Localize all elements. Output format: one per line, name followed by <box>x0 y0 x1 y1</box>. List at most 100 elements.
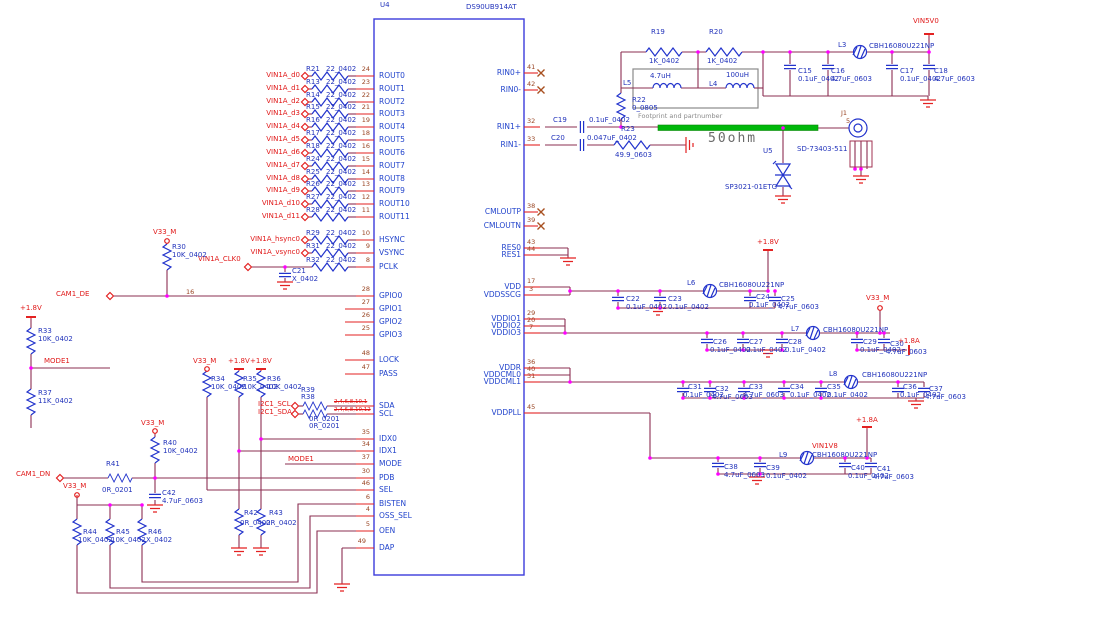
pin-name: RIN1+ <box>496 122 521 131</box>
pin-number: 33 <box>527 135 536 143</box>
pin-name: VDDPLL <box>491 408 521 417</box>
net-1v8a: +1.8A <box>856 416 878 424</box>
net-cam1-de: CAM1_DE <box>56 290 90 298</box>
pin-name: VDDSSCG <box>483 290 521 299</box>
net-1v8: +1.8V <box>228 357 250 365</box>
cap-value: 0.1uF_0402 <box>746 346 787 354</box>
net-vin1v8: VIN1V8 <box>812 442 838 450</box>
pin-number: 47 <box>361 363 370 371</box>
pin-number: 46 <box>361 479 370 487</box>
cap-value: 4.7uF_0603 <box>831 75 872 83</box>
net-v33m: V33_M <box>193 357 217 365</box>
ind-refdes: L4 <box>709 80 718 88</box>
pin-number: 5 <box>365 520 370 528</box>
pin-number: 35 <box>361 428 370 436</box>
cap-value: 4.7uF_0603 <box>162 497 203 505</box>
pin-name: IDX0 <box>379 434 397 443</box>
net-v33m: V33_M <box>63 482 87 490</box>
pin-number: 41 <box>527 63 536 71</box>
pin-number: 3 <box>529 285 534 293</box>
cap-value: 0.047uF_0402 <box>587 134 637 142</box>
res-refdes: R21 <box>306 65 320 73</box>
res-refdes: R19 <box>651 28 665 36</box>
impedance-note: 50ohm <box>708 131 758 146</box>
cap-value: X_0402 <box>292 275 319 283</box>
res-value: 10K_0402 <box>172 251 207 259</box>
no-connect-marks <box>536 68 546 231</box>
pin-number: 14 <box>361 168 370 176</box>
pin-number: 7 <box>529 323 534 331</box>
res-refdes: R20 <box>709 28 723 36</box>
pin-name: GPIO2 <box>379 317 403 326</box>
res-refdes: R23 <box>621 125 635 133</box>
pin-name: OEN <box>379 526 396 535</box>
res-refdes: R43 <box>269 509 283 517</box>
schematic-graphics <box>0 0 1102 625</box>
ind-part: CBH16080U221NP <box>812 451 878 459</box>
net-1v8: +1.8V <box>757 238 779 246</box>
net-vin5v0: VIN5V0 <box>913 17 939 25</box>
pin-number: 39 <box>527 216 536 224</box>
impedance-trace-50ohm <box>657 124 819 131</box>
net-vin1a-d10: VIN1A_d10 <box>261 199 300 207</box>
res-value: 0R_0201 <box>309 422 340 430</box>
res-value: 10K_0402 <box>211 383 246 391</box>
res-refdes: R16 <box>306 116 320 124</box>
res-refdes: R26 <box>306 180 320 188</box>
pin-name: GPIO0 <box>379 291 403 300</box>
pin-number: 18 <box>361 129 370 137</box>
pin-name: GPIO3 <box>379 330 403 339</box>
cap-value: 4.7uF_0603 <box>778 303 819 311</box>
res-refdes: R28 <box>306 206 320 214</box>
res-refdes: R18 <box>306 142 320 150</box>
net-cam1-dn: CAM1_DN <box>16 470 51 478</box>
net-v33m: V33_M <box>141 419 165 427</box>
net-vin1a-d8: VIN1A_d8 <box>266 174 300 182</box>
pin-name: ROUT3 <box>379 109 405 118</box>
pin-number: 16 <box>186 288 195 296</box>
pin-name: PDB <box>379 473 395 482</box>
pin-name: ROUT6 <box>379 148 405 157</box>
pin-name: GPIO1 <box>379 304 403 313</box>
cap-value: 0.1uF_0402 <box>790 391 831 399</box>
ind-refdes: L5 <box>623 79 632 87</box>
pin-number: 27 <box>361 298 370 306</box>
pin-name: ROUT11 <box>379 212 410 221</box>
res-value: 10K_0402 <box>267 383 302 391</box>
coax-jack-j1 <box>848 118 868 138</box>
pin-number: 21 <box>361 103 370 111</box>
res-refdes: R31 <box>306 242 320 250</box>
net-1v8: +1.8V <box>250 357 272 365</box>
pin-name: ROUT10 <box>379 199 410 208</box>
res-refdes: R41 <box>106 460 120 468</box>
pin-number: 37 <box>361 453 370 461</box>
pin-name: RIN0+ <box>496 68 521 77</box>
res-refdes: R24 <box>306 155 320 163</box>
cap-value: 0.1uF_0402 <box>785 346 826 354</box>
ind-refdes: L7 <box>791 325 800 333</box>
pin-number: 11 <box>361 206 370 214</box>
pin-name: BISTEN <box>379 499 407 508</box>
cap-value: 0.1uF_0402 <box>766 472 807 480</box>
pin-name: VSYNC <box>379 248 405 257</box>
pin-number: 38 <box>527 202 536 210</box>
pin-number: 45 <box>527 403 536 411</box>
ind-refdes: L8 <box>829 370 838 378</box>
res-value: 0R_0402 <box>266 519 297 527</box>
net-v33m: V33_M <box>866 294 890 302</box>
pin-number: 30 <box>361 467 370 475</box>
res-value: 10K_0402 <box>163 447 198 455</box>
pin-name: CMLOUTN <box>483 221 521 230</box>
pin-number: 48 <box>361 349 370 357</box>
ic-part: DS90UB914AT <box>466 3 517 11</box>
cap-value: 0.1uF_0402 <box>710 346 751 354</box>
pin-number: 10 <box>361 229 370 237</box>
pin-name: SEL <box>379 485 393 494</box>
res-value: 1K_0402 <box>649 57 680 65</box>
ic-refdes: U4 <box>380 1 390 9</box>
net-vin1a-d1: VIN1A_d1 <box>266 84 300 92</box>
ind-part: CBH16080U221NP <box>862 371 928 379</box>
pin-name: VDDCML1 <box>483 377 521 386</box>
pin-number: 49 <box>357 537 366 545</box>
ind-part: CBH16080U221NP <box>869 42 935 50</box>
